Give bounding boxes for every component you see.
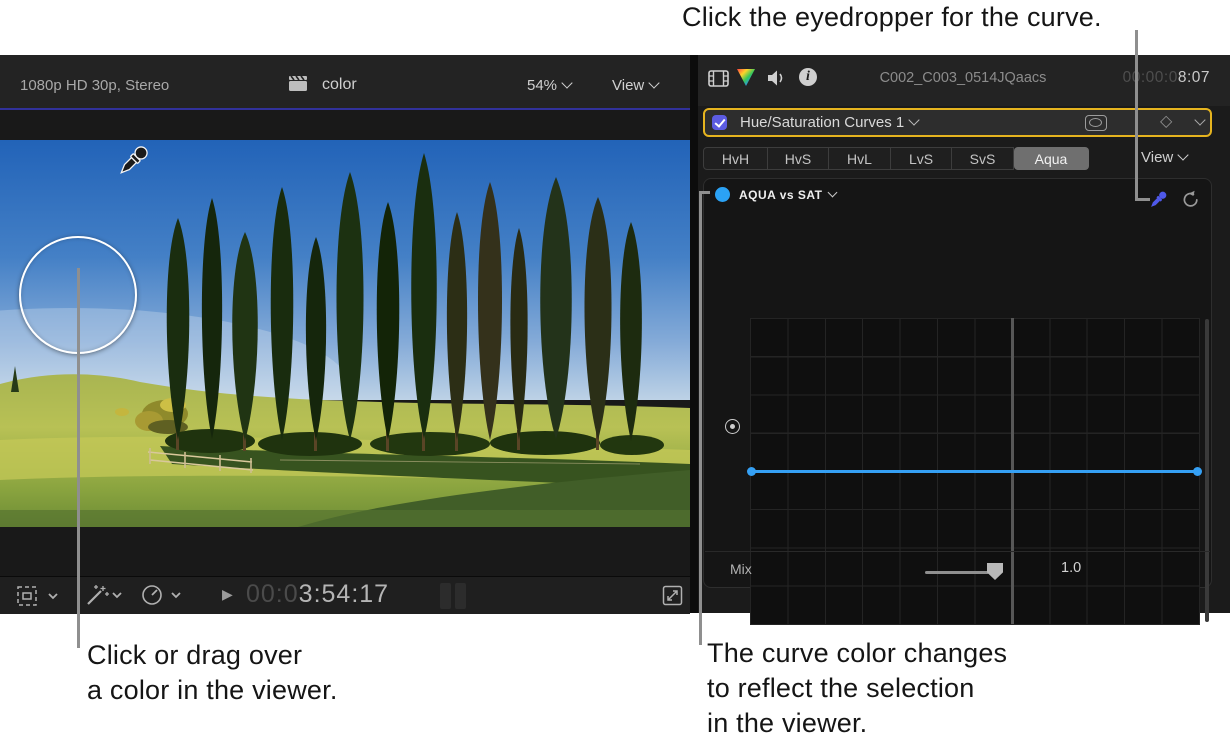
curves-panel: AQUA vs SAT: [703, 178, 1212, 588]
play-button[interactable]: ▶: [222, 586, 233, 603]
info-inspector-icon[interactable]: i: [799, 68, 817, 86]
audio-meter-bar: [455, 583, 466, 609]
viewer-zoom-dropdown[interactable]: 54%: [527, 77, 571, 94]
mix-value: 1.0: [1061, 560, 1081, 576]
chevron-down-icon: [561, 77, 572, 88]
reset-curve-button[interactable]: [1180, 190, 1200, 210]
chevron-down-icon[interactable]: [1190, 114, 1204, 132]
color-inspector-icon[interactable]: [737, 69, 755, 86]
annotation-bottom-left-text: Click or drag over a color in the viewer…: [87, 638, 338, 708]
curves-view-dropdown[interactable]: View: [1141, 149, 1187, 166]
tab-hvh[interactable]: HvH: [703, 147, 768, 170]
crop-transform-button[interactable]: [16, 585, 58, 607]
curve-tab-strip: HvH HvS HvL LvS SvS Aqua: [703, 147, 1089, 170]
mask-button[interactable]: [1085, 115, 1107, 131]
tab-hvl[interactable]: HvL: [829, 147, 891, 170]
screenshot-canvas: Click the eyedropper for the curve. 1080…: [0, 0, 1230, 754]
panel-scrollbar[interactable]: [1205, 319, 1209, 622]
mask-ellipse-icon: [1089, 118, 1102, 127]
clapperboard-icon: [288, 75, 308, 92]
pane-divider[interactable]: [690, 55, 698, 613]
effect-enabled-checkbox[interactable]: [712, 115, 727, 130]
retime-button[interactable]: [141, 583, 181, 607]
tab-svs[interactable]: SvS: [952, 147, 1014, 170]
curve-target-icon: [725, 419, 740, 434]
annotation-line-left: [77, 268, 80, 648]
keyframe-diamond-button[interactable]: ◇: [1160, 111, 1172, 131]
inspector-top-bar: i C002_C003_0514JQaacs 00:00:08:07: [698, 55, 1230, 106]
mix-slider-track[interactable]: [925, 571, 989, 574]
chevron-down-icon: [827, 188, 837, 198]
audio-meter-bar: [440, 583, 451, 609]
curve-point-start[interactable]: [747, 467, 756, 476]
viewer-separator-line: [0, 108, 690, 110]
curve-point-end[interactable]: [1193, 467, 1202, 476]
viewer-toolbar: ▶ 00:03:54:17: [0, 576, 690, 614]
viewer-format-info: 1080p HD 30p, Stereo: [20, 77, 169, 94]
video-viewer[interactable]: [0, 140, 690, 527]
chevron-down-icon: [909, 114, 920, 125]
mix-divider: [705, 551, 1210, 552]
mix-label: Mix: [730, 561, 752, 577]
effect-name-dropdown[interactable]: Hue/Saturation Curves 1: [740, 114, 918, 131]
fcp-window: 1080p HD 30p, Stereo color 54% View: [0, 55, 1230, 613]
chevron-down-icon: [649, 77, 660, 88]
chevron-down-icon: [1178, 149, 1189, 160]
viewer-top-bar: 1080p HD 30p, Stereo color 54% View: [0, 55, 690, 108]
annotation-line-right-vertical: [699, 191, 702, 645]
annotation-bottom-right-text: The curve color changes to reflect the s…: [707, 636, 1007, 741]
tab-hvs[interactable]: HvS: [768, 147, 829, 170]
viewer-timecode[interactable]: 00:03:54:17: [246, 580, 389, 609]
annotation-top-text: Click the eyedropper for the curve.: [682, 0, 1102, 35]
video-inspector-icon[interactable]: [708, 70, 729, 87]
curve-grid[interactable]: [750, 318, 1200, 625]
curve-color-swatch: [715, 187, 730, 202]
color-inspector-pane: i C002_C003_0514JQaacs 00:00:08:07 Hue/S…: [698, 55, 1230, 613]
viewer-project-name: color: [322, 76, 357, 94]
eyedropper-cursor-icon: [112, 140, 156, 182]
annotation-line-top-elbow: [1135, 198, 1150, 201]
audio-inspector-icon[interactable]: [766, 69, 788, 87]
curve-label-dropdown[interactable]: AQUA vs SAT: [739, 188, 836, 202]
viewer-view-dropdown[interactable]: View: [612, 77, 658, 94]
annotation-line-top-vertical: [1135, 30, 1138, 201]
tab-lvs[interactable]: LvS: [891, 147, 952, 170]
viewer-pane: 1080p HD 30p, Stereo color 54% View: [0, 55, 690, 613]
fullscreen-button[interactable]: [661, 584, 684, 607]
enhancements-wand-button[interactable]: [84, 583, 122, 607]
saturation-curve-line[interactable]: [750, 470, 1199, 473]
tab-aqua[interactable]: Aqua: [1014, 147, 1089, 170]
clip-name: C002_C003_0514JQaacs: [848, 70, 1078, 86]
